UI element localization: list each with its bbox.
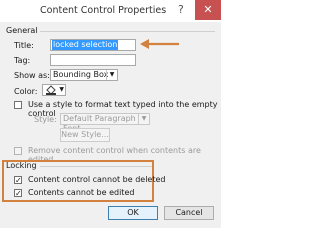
cannot-delete-label: Content control cannot be deleted [28, 175, 166, 184]
general-divider [40, 31, 215, 32]
new-style-button[interactable]: New Style... [60, 128, 110, 142]
help-icon[interactable]: ? [178, 3, 184, 16]
general-section-label: General [6, 26, 38, 35]
tag-field-label: Tag: [14, 56, 31, 65]
title-input[interactable]: locked selection [50, 39, 136, 51]
cannot-edit-checkbox[interactable]: ✓ [14, 189, 22, 198]
show-as-select[interactable]: Bounding Box ▼ [50, 69, 118, 81]
show-as-label: Show as: [14, 71, 50, 80]
remove-content-control-checkbox[interactable] [14, 147, 22, 155]
title-field-label: Title: [14, 41, 34, 50]
chevron-down-icon: ▼ [138, 114, 149, 124]
content-control-properties-dialog: Content Control Properties ? ✕ General T… [0, 0, 221, 228]
arrow-left-icon [140, 39, 179, 49]
paint-bucket-icon [46, 85, 56, 95]
color-picker-button[interactable]: ▼ [42, 84, 66, 96]
style-label: Style: [34, 115, 57, 124]
chevron-down-icon: ▼ [59, 86, 64, 93]
locking-divider [40, 166, 152, 167]
cannot-edit-label: Contents cannot be edited [28, 188, 135, 197]
style-select[interactable]: Default Paragraph Font ▼ [60, 113, 150, 133]
show-as-value: Bounding Box [53, 70, 109, 79]
use-style-checkbox[interactable] [14, 101, 22, 109]
locking-section-label: Locking [6, 161, 37, 170]
tag-input[interactable] [50, 54, 136, 66]
cancel-button[interactable]: Cancel [164, 206, 214, 220]
close-icon[interactable]: ✕ [195, 0, 221, 20]
dialog-title: Content Control Properties [40, 5, 167, 16]
new-style-button-label: New Style... [61, 130, 109, 139]
color-label: Color: [14, 87, 38, 96]
title-input-value: locked selection [52, 40, 119, 50]
cannot-delete-checkbox[interactable]: ✓ [14, 176, 22, 185]
title-bar: Content Control Properties ? ✕ [0, 0, 221, 22]
chevron-down-icon: ▼ [106, 70, 117, 80]
ok-button[interactable]: OK [108, 206, 158, 220]
cancel-button-label: Cancel [175, 208, 203, 217]
ok-button-label: OK [127, 208, 139, 217]
